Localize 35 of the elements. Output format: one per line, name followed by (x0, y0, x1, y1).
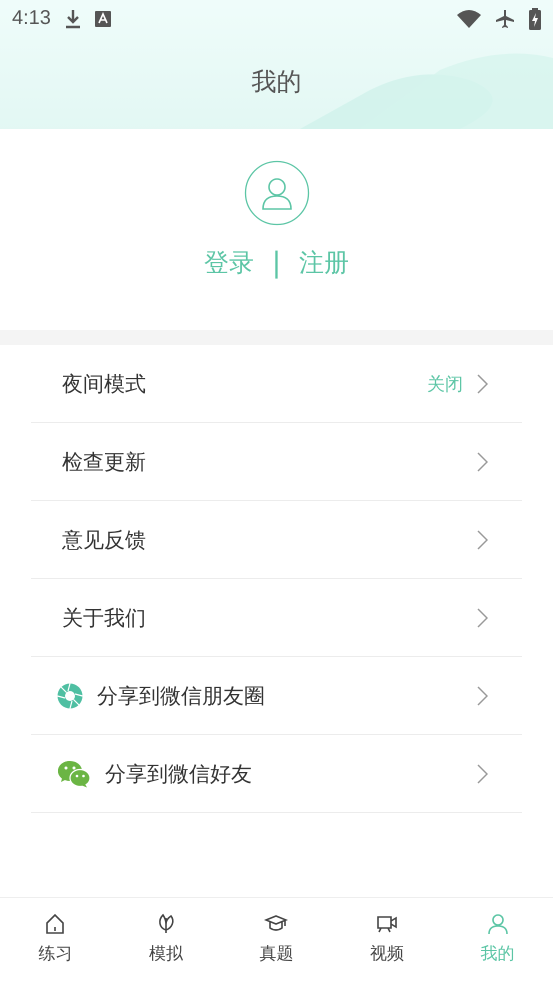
item-label: 夜间模式 (62, 370, 147, 398)
settings-item[interactable]: 分享到微信朋友圈 (31, 657, 522, 735)
chevron-icon (477, 530, 488, 550)
chevron-icon (477, 764, 488, 784)
tab[interactable]: 练习 (0, 898, 111, 984)
chat-bubbles-icon (57, 760, 91, 788)
chevron-icon (477, 374, 488, 394)
separator: | (272, 246, 282, 279)
settings-item[interactable]: 关于我们 (31, 579, 522, 657)
settings-item[interactable]: 夜间模式 关闭 (31, 345, 522, 423)
wifi-icon (457, 10, 481, 28)
settings-item[interactable]: 意见反馈 (31, 501, 522, 579)
status-time: 4:13 (12, 7, 51, 30)
battery-icon (529, 8, 541, 30)
chevron-icon (477, 452, 488, 472)
settings-item[interactable]: 检查更新 (31, 423, 522, 501)
item-value: 关闭 (427, 372, 463, 396)
item-label: 检查更新 (62, 448, 147, 476)
person-icon (486, 912, 510, 936)
chevron-icon (477, 686, 488, 706)
item-label: 分享到微信好友 (105, 760, 253, 788)
text-a-icon (94, 10, 111, 26)
tab[interactable]: 真题 (221, 898, 332, 984)
chevron-icon (477, 608, 488, 628)
download-icon (64, 8, 81, 28)
tab[interactable]: 视频 (332, 898, 442, 984)
page-title: 我的 (250, 66, 302, 98)
item-label: 关于我们 (62, 604, 147, 632)
item-label: 分享到微信朋友圈 (97, 682, 266, 710)
avatar-icon[interactable] (244, 160, 310, 226)
tab[interactable]: 模拟 (110, 898, 222, 984)
camera-shutter-icon (57, 682, 83, 708)
settings-item[interactable]: 分享到微信好友 (31, 735, 522, 813)
item-label: 意见反馈 (62, 526, 147, 554)
airplane-icon (495, 8, 515, 28)
